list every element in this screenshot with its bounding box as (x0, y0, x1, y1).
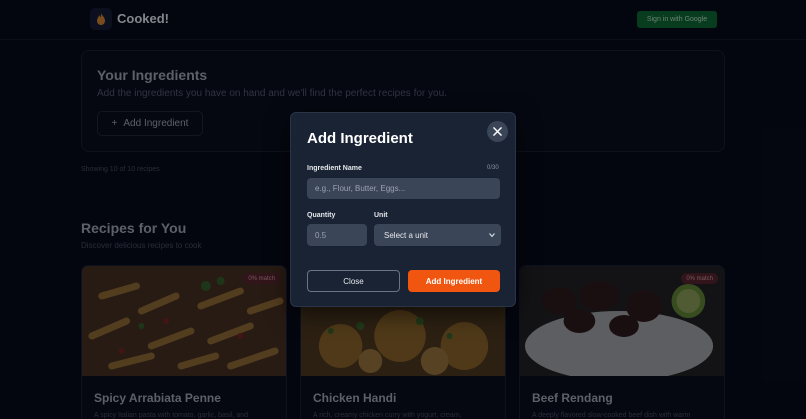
close-button[interactable]: Close (307, 270, 400, 292)
quantity-input[interactable] (307, 224, 367, 246)
chevron-down-icon (489, 233, 495, 238)
add-ingredient-submit-button[interactable]: Add Ingredient (408, 270, 500, 292)
unit-select-value: Select a unit (384, 230, 429, 240)
unit-select[interactable]: Select a unit (374, 224, 501, 246)
dialog-title: Add Ingredient (307, 130, 413, 147)
add-ingredient-dialog: Add Ingredient Ingredient Name 0/30 Quan… (290, 112, 516, 307)
close-icon[interactable] (487, 121, 508, 142)
unit-label: Unit (374, 212, 388, 219)
ingredient-name-label: Ingredient Name (307, 165, 362, 172)
ingredient-name-input[interactable] (307, 178, 500, 199)
quantity-label: Quantity (307, 212, 336, 219)
character-counter: 0/30 (487, 165, 499, 171)
